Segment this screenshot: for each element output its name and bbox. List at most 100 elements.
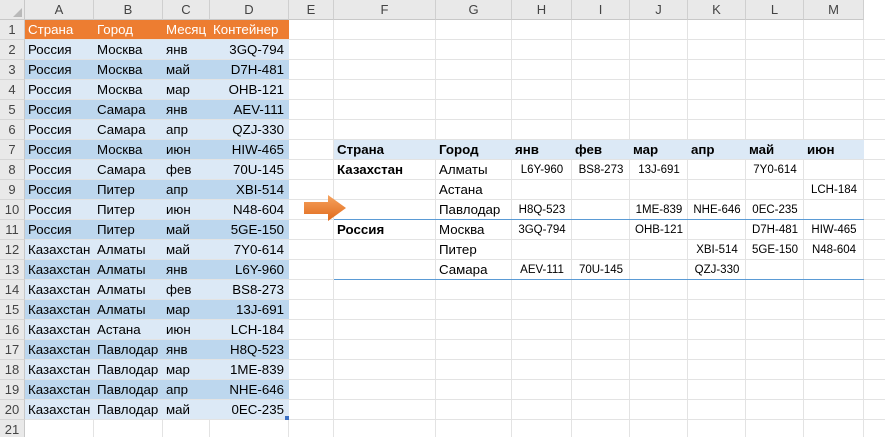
column-header-a[interactable]: A (25, 0, 94, 20)
row-header-3[interactable]: 3 (0, 60, 25, 80)
row-header-6[interactable]: 6 (0, 120, 25, 140)
source-cell[interactable]: Павлодар (94, 360, 163, 379)
source-cell[interactable]: Россия (25, 100, 94, 119)
row-header-15[interactable]: 15 (0, 300, 25, 320)
source-cell[interactable]: янв (163, 260, 210, 279)
column-header-d[interactable]: D (210, 0, 289, 20)
pivot-cell[interactable]: D7H-481 (746, 220, 804, 239)
pivot-cell[interactable]: AEV-111 (512, 260, 572, 279)
source-cell[interactable]: май (163, 60, 210, 79)
source-cell[interactable]: июн (163, 140, 210, 159)
source-cell[interactable]: Алматы (94, 240, 163, 259)
pivot-cell[interactable]: Алматы (436, 160, 512, 179)
pivot-cell[interactable]: 0EC-235 (746, 200, 804, 219)
source-cell[interactable]: 13J-691 (210, 300, 289, 319)
source-cell[interactable]: NHE-646 (210, 380, 289, 399)
column-header-f[interactable]: F (334, 0, 436, 20)
source-cell[interactable]: XBI-514 (210, 180, 289, 199)
column-header-i[interactable]: I (572, 0, 630, 20)
pivot-cell[interactable]: XBI-514 (688, 240, 746, 259)
pivot-header-cell[interactable]: апр (688, 140, 746, 159)
pivot-cell[interactable] (630, 240, 688, 259)
source-cell[interactable]: Павлодар (94, 400, 163, 419)
spreadsheet-grid[interactable]: A B C D E F G H I J K L M 1 2 3 4 5 6 7 8 9 10 11 12 13 14 15 16 17 18… (0, 0, 885, 437)
pivot-cell[interactable]: 7Y0-614 (746, 160, 804, 179)
pivot-cell[interactable] (572, 220, 630, 239)
column-header-c[interactable]: C (163, 0, 210, 20)
source-cell[interactable]: Россия (25, 80, 94, 99)
source-cell[interactable]: Россия (25, 60, 94, 79)
source-cell[interactable]: Россия (25, 220, 94, 239)
pivot-cell[interactable] (512, 240, 572, 259)
pivot-cell[interactable] (804, 200, 864, 219)
pivot-cell[interactable]: 70U-145 (572, 260, 630, 279)
source-cell[interactable]: Самара (94, 100, 163, 119)
row-header-18[interactable]: 18 (0, 360, 25, 380)
pivot-cell[interactable] (688, 220, 746, 239)
source-cell[interactable]: Россия (25, 160, 94, 179)
source-cell[interactable]: май (163, 220, 210, 239)
source-cell[interactable]: Алматы (94, 260, 163, 279)
row-header-5[interactable]: 5 (0, 100, 25, 120)
source-cell[interactable]: Казахстан (25, 260, 94, 279)
source-cell[interactable]: янв (163, 40, 210, 59)
source-cell[interactable]: Самара (94, 160, 163, 179)
pivot-cell[interactable]: 5GE-150 (746, 240, 804, 259)
pivot-cell[interactable]: N48-604 (804, 240, 864, 259)
pivot-header-cell[interactable]: янв (512, 140, 572, 159)
column-header-g[interactable]: G (436, 0, 512, 20)
pivot-cell[interactable]: QZJ-330 (688, 260, 746, 279)
source-cell[interactable]: BS8-273 (210, 280, 289, 299)
pivot-header-cell[interactable]: Страна (334, 140, 436, 159)
pivot-header-cell[interactable]: май (746, 140, 804, 159)
pivot-cell[interactable] (334, 180, 436, 199)
pivot-cell[interactable]: Павлодар (436, 200, 512, 219)
source-cell[interactable]: янв (163, 340, 210, 359)
pivot-cell[interactable] (334, 240, 436, 259)
source-cell[interactable]: 0EC-235 (210, 400, 289, 419)
row-header-2[interactable]: 2 (0, 40, 25, 60)
source-cell[interactable]: Москва (94, 140, 163, 159)
source-cell[interactable]: мар (163, 300, 210, 319)
source-cell[interactable]: 3GQ-794 (210, 40, 289, 59)
source-cell[interactable]: мар (163, 360, 210, 379)
select-all-corner[interactable] (0, 0, 25, 20)
row-header-10[interactable]: 10 (0, 200, 25, 220)
source-cell[interactable]: май (163, 400, 210, 419)
source-cell[interactable]: Казахстан (25, 400, 94, 419)
source-header-cell[interactable]: Месяц (163, 20, 210, 39)
source-cell[interactable]: Казахстан (25, 240, 94, 259)
pivot-cell[interactable]: Самара (436, 260, 512, 279)
pivot-cell[interactable] (334, 200, 436, 219)
pivot-cell[interactable] (630, 180, 688, 199)
column-header-k[interactable]: K (688, 0, 746, 20)
source-cell[interactable]: Астана (94, 320, 163, 339)
column-header-h[interactable]: H (512, 0, 572, 20)
pivot-header-cell[interactable]: мар (630, 140, 688, 159)
row-header-21[interactable]: 21 (0, 420, 25, 437)
source-cell[interactable]: Павлодар (94, 380, 163, 399)
source-cell[interactable]: Питер (94, 200, 163, 219)
source-cell[interactable]: LCH-184 (210, 320, 289, 339)
row-header-7[interactable]: 7 (0, 140, 25, 160)
column-header-e[interactable]: E (289, 0, 334, 20)
row-header-11[interactable]: 11 (0, 220, 25, 240)
source-cell[interactable]: апр (163, 380, 210, 399)
row-header-17[interactable]: 17 (0, 340, 25, 360)
source-header-cell[interactable]: Город (94, 20, 163, 39)
pivot-cell[interactable]: BS8-273 (572, 160, 630, 179)
pivot-cell[interactable]: 13J-691 (630, 160, 688, 179)
source-cell[interactable]: Казахстан (25, 360, 94, 379)
pivot-cell[interactable] (572, 180, 630, 199)
pivot-cell[interactable] (572, 240, 630, 259)
source-cell[interactable]: Алматы (94, 300, 163, 319)
pivot-cell[interactable]: 3GQ-794 (512, 220, 572, 239)
row-header-8[interactable]: 8 (0, 160, 25, 180)
pivot-cell[interactable] (512, 180, 572, 199)
source-cell[interactable]: D7H-481 (210, 60, 289, 79)
pivot-cell[interactable]: OHB-121 (630, 220, 688, 239)
source-cell[interactable]: Питер (94, 180, 163, 199)
source-cell[interactable]: Казахстан (25, 300, 94, 319)
pivot-cell[interactable]: H8Q-523 (512, 200, 572, 219)
pivot-cell[interactable] (630, 260, 688, 279)
